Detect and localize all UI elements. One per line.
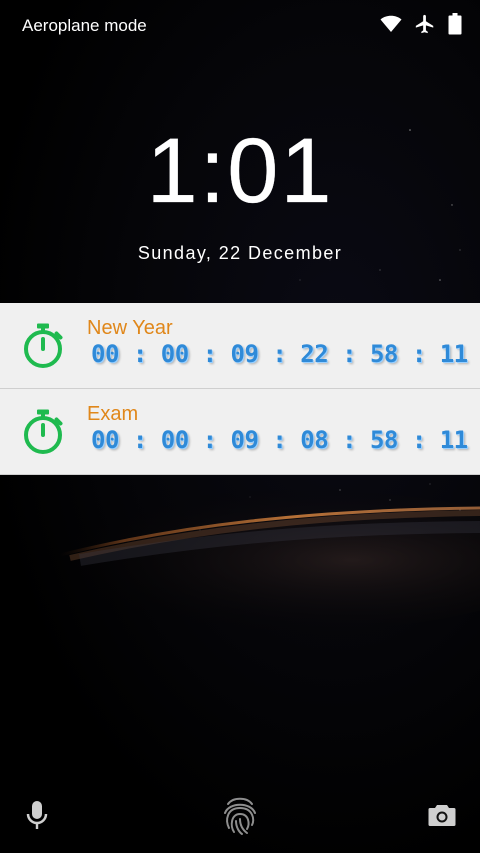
notification-content: New Year 00 : 00 : 09 : 22 : 58 : 11 — [85, 317, 468, 368]
fingerprint-icon[interactable] — [221, 794, 259, 840]
battery-icon — [448, 13, 462, 39]
wifi-icon — [380, 15, 402, 37]
lockscreen-bottom-actions — [0, 790, 480, 840]
notification-exam[interactable]: Exam 00 : 00 : 09 : 08 : 58 : 11 — [0, 389, 480, 475]
status-label: Aeroplane mode — [22, 16, 147, 35]
notification-content: Exam 00 : 00 : 09 : 08 : 58 : 11 — [85, 403, 468, 454]
notification-new-year[interactable]: New Year 00 : 00 : 09 : 22 : 58 : 11 — [0, 303, 480, 389]
clock-date: Sunday, 22 December — [137, 243, 343, 263]
status-bar: Aeroplane mode — [0, 0, 480, 52]
airplane-icon — [414, 13, 436, 39]
camera-icon[interactable] — [428, 803, 456, 831]
clock-time: 1:01 — [146, 120, 334, 222]
notification-title: New Year — [87, 317, 173, 339]
microphone-icon[interactable] — [25, 800, 49, 836]
stopwatch-icon — [0, 389, 85, 474]
notification-title: Exam — [87, 403, 139, 425]
status-icons — [380, 13, 462, 39]
lockscreen-clock: 1:01 Sunday, 22 December — [0, 125, 480, 264]
stopwatch-icon — [0, 303, 85, 388]
countdown-timer: 00 : 00 : 09 : 22 : 58 : 11 — [91, 340, 468, 368]
countdown-timer: 00 : 00 : 09 : 08 : 58 : 11 — [91, 426, 468, 454]
